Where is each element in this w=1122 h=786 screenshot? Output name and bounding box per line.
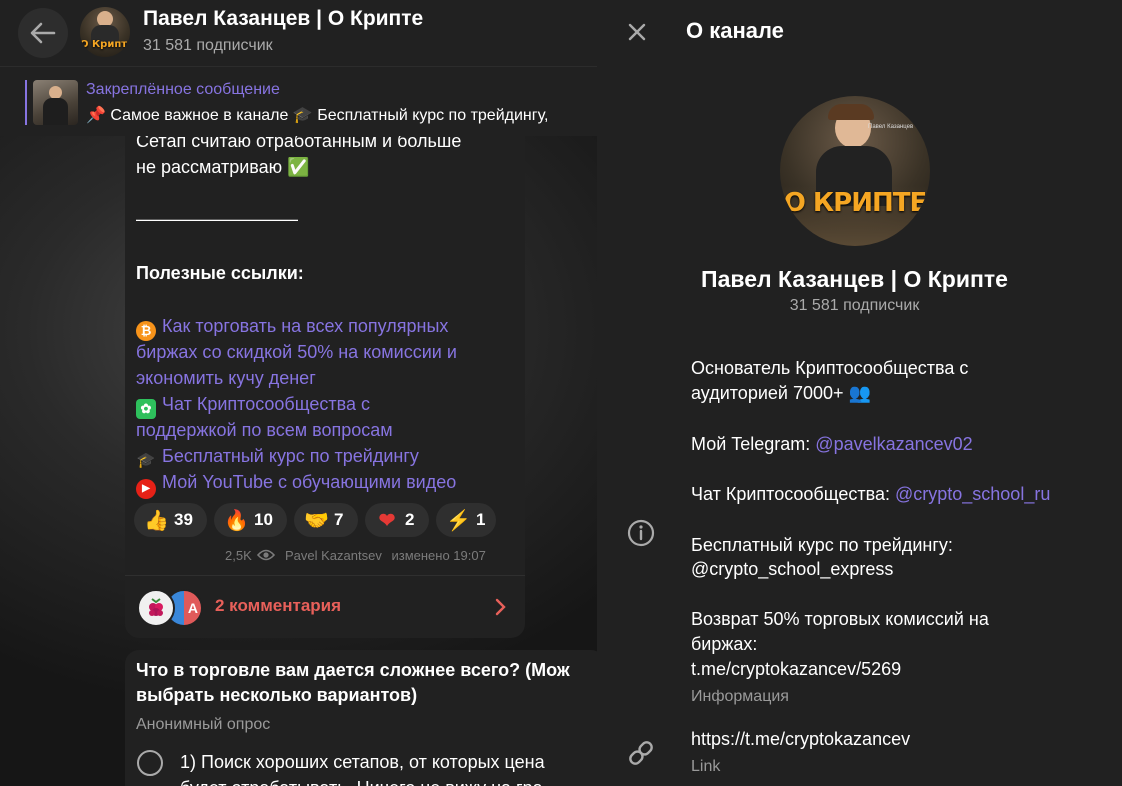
eye-icon — [257, 549, 276, 561]
poll-type: Анонимный опрос — [136, 716, 271, 733]
person-body — [43, 98, 68, 125]
poll-option-text[interactable]: 1) Поиск хороших сетапов, от которых цен… — [180, 752, 545, 773]
description-course-label: Бесплатный курс по трейдингу: — [691, 535, 953, 555]
poll-question: выбрать несколько вариантов) — [136, 685, 418, 705]
chevron-right-icon — [495, 598, 506, 616]
panel-title: О канале — [686, 18, 784, 43]
avatar-logo-text: О КРИПТЕ — [783, 188, 927, 218]
description-refund: Возврат 50% торговых комиссий на — [691, 609, 989, 629]
channel-post: Сетап считаю отработанным и больше не ра… — [125, 110, 525, 638]
subscriber-count: 31 581 подписчик — [789, 297, 920, 314]
course-handle-link[interactable]: @crypto_school_express — [691, 557, 893, 582]
link-icon — [629, 741, 653, 765]
avatar-logo-text: О Крипте — [80, 39, 130, 50]
pinned-text: 📌 Самое важное в канале 🎓 Бесплатный кур… — [86, 107, 549, 124]
reaction-fire[interactable]: 🔥 10 — [214, 503, 287, 537]
reaction-lightning[interactable]: ⚡ 1 — [436, 503, 496, 537]
description-telegram: Мой Telegram: @pavelkazancev02 — [691, 434, 973, 454]
channel-info-panel: О канале Павел Казанцев О КРИПТЕ Павел К… — [597, 0, 1122, 786]
poll-option-radio[interactable] — [137, 750, 163, 776]
link-label: Link — [691, 758, 721, 775]
post-author: Pavel Kazantsev — [285, 548, 382, 563]
chat-area: Сетап считаю отработанным и больше не ра… — [0, 0, 597, 786]
reaction-heart[interactable]: ❤ 2 — [365, 503, 429, 537]
graduation-cap-icon: 🎓 — [136, 452, 156, 469]
pinned-label: Закреплённое сообщение — [86, 81, 280, 98]
pinned-indicator — [25, 80, 27, 125]
post-meta: 2,5K Pavel Kazantsev изменено 19:07 — [225, 548, 486, 563]
description-line: Основатель Криптосообщества с — [691, 358, 969, 378]
link-exchanges-cont[interactable]: биржах со скидкой 50% на комиссии и — [136, 339, 457, 365]
youtube-icon: ▶ — [136, 479, 156, 499]
chat-header: О Крипте Павел Казанцев | О Крипте 31 58… — [0, 0, 597, 66]
commenter-avatar — [137, 589, 175, 627]
comments-button[interactable]: А 2 комментария — [125, 575, 525, 638]
post-heading: Полезные ссылки: — [136, 263, 304, 283]
chat-handle-link[interactable]: @crypto_school_ru — [895, 484, 1050, 504]
wechat-icon: ✿ — [136, 399, 156, 419]
reaction-thumbs-up[interactable]: 👍 39 — [134, 503, 207, 537]
poll-question: Что в торговле вам дается сложнее всего?… — [136, 660, 570, 680]
views-count: 2,5K — [225, 548, 252, 563]
subscriber-count: 31 581 подписчик — [143, 37, 273, 54]
description-line: аудиторией 7000+ 👥 — [691, 383, 871, 403]
channel-avatar[interactable]: О Крипте — [80, 7, 130, 57]
avatar-caption: Павел Казанцев — [868, 124, 914, 130]
chat-title[interactable]: Павел Казанцев | О Крипте — [143, 7, 423, 31]
channel-avatar-large[interactable]: Павел Казанцев О КРИПТЕ — [780, 96, 930, 246]
pinned-message[interactable]: Закреплённое сообщение 📌 Самое важное в … — [0, 66, 597, 136]
info-label: Информация — [691, 688, 789, 705]
link-community-chat[interactable]: ✿ Чат Криптосообщества с — [136, 391, 370, 419]
close-button[interactable] — [617, 14, 657, 50]
back-button[interactable] — [18, 8, 68, 58]
person-hair — [828, 104, 874, 120]
reaction-handshake[interactable]: 🤝 7 — [294, 503, 358, 537]
link-youtube[interactable]: ▶ Мой YouTube с обучающими видео — [136, 469, 456, 499]
poll-option-text[interactable]: будет отрабатывать. Ничего не вижу на гр… — [180, 778, 543, 786]
post-edited-time: изменено 19:07 — [391, 548, 486, 563]
telegram-handle-link[interactable]: @pavelkazancev02 — [815, 434, 972, 454]
arrow-left-icon — [30, 22, 56, 44]
channel-name: Павел Казанцев | О Крипте — [701, 266, 1008, 292]
pinned-thumbnail — [33, 80, 78, 125]
link-exchanges-cont[interactable]: экономить кучу денег — [136, 365, 316, 391]
comments-count: 2 комментария — [215, 596, 342, 615]
description-chat: Чат Криптосообщества: @crypto_school_ru — [691, 484, 1051, 504]
refund-link[interactable]: t.me/cryptokazancev/5269 — [691, 657, 901, 682]
info-icon — [627, 519, 655, 547]
link-free-course[interactable]: 🎓 Бесплатный курс по трейдингу — [136, 443, 419, 471]
post-text-line: не рассматриваю ✅ — [136, 157, 310, 177]
description-refund: биржах: — [691, 634, 758, 654]
poll-message: Что в торговле вам дается сложнее всего?… — [125, 650, 597, 786]
raspberry-icon — [149, 598, 163, 616]
close-icon — [628, 23, 646, 41]
link-community-chat-cont[interactable]: поддержкой по всем вопросам — [136, 417, 393, 443]
bitcoin-icon: ₿ — [136, 321, 156, 341]
post-divider: ————————— — [136, 209, 298, 229]
link-exchanges[interactable]: ₿ Как торговать на всех популярных — [136, 313, 448, 341]
channel-link[interactable]: https://t.me/cryptokazancev — [691, 727, 910, 752]
